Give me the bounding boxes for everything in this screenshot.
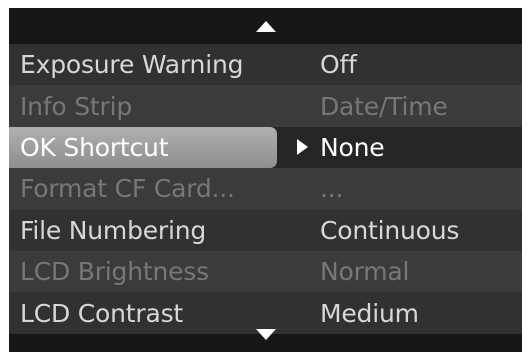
menu-item-exposure-warning[interactable]: Exposure Warning Off: [9, 44, 522, 86]
menu-item-format-cf-card: Format CF Card... ...: [9, 168, 522, 210]
menu-item-value: Date/Time: [320, 91, 448, 121]
menu-item-value: Normal: [320, 257, 410, 287]
menu-item-label: Exposure Warning: [20, 50, 244, 80]
menu-item-value: Continuous: [320, 215, 460, 245]
menu-item-label: LCD Brightness: [20, 257, 209, 287]
menu-item-value: Off: [320, 50, 357, 80]
menu-item-label: Format CF Card...: [20, 174, 235, 204]
scroll-up-area[interactable]: [9, 8, 522, 44]
menu-item-label: File Numbering: [20, 215, 207, 245]
menu-item-value[interactable]: None: [320, 127, 385, 168]
menu-item-label: Info Strip: [20, 91, 133, 121]
menu-item-label: OK Shortcut: [20, 132, 169, 162]
menu-item-lcd-brightness: LCD Brightness Normal: [9, 250, 522, 293]
settings-menu: Exposure Warning Off Info Strip Date/Tim…: [9, 44, 522, 334]
menu-item-ok-shortcut[interactable]: OK Shortcut None: [9, 126, 522, 169]
selection-pointer-icon: [297, 139, 308, 156]
menu-item-file-numbering[interactable]: File Numbering Continuous: [9, 209, 522, 251]
camera-menu-screen: Exposure Warning Off Info Strip Date/Tim…: [9, 8, 522, 352]
scroll-up-icon[interactable]: [255, 20, 276, 32]
menu-item-value: ...: [320, 174, 344, 204]
scroll-down-area[interactable]: [9, 316, 522, 352]
menu-item-info-strip: Info Strip Date/Time: [9, 85, 522, 127]
scroll-down-icon[interactable]: [255, 328, 276, 340]
